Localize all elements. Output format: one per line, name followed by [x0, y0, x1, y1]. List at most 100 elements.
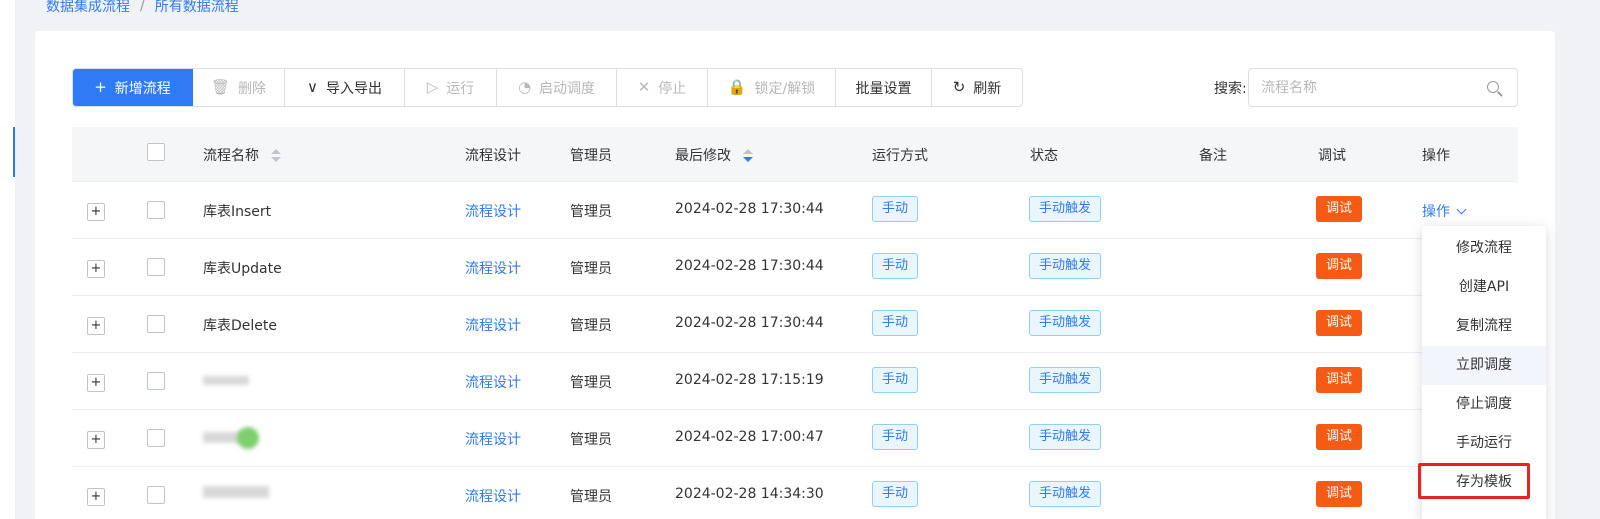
expand-row-button[interactable]: + [87, 374, 105, 392]
start-schedule-button[interactable]: ◔ 启动调度 [497, 69, 617, 106]
trash-icon: 🗑 [210, 78, 231, 96]
select-all-checkbox[interactable] [147, 143, 165, 161]
status-tag: 手动触发 [1029, 481, 1102, 507]
play-icon: ▷ [426, 78, 439, 96]
column-header-name-label: 流程名称 [203, 148, 259, 164]
delete-label: 删除 [238, 80, 267, 97]
stop-button[interactable]: ✕ 停止 [617, 69, 708, 106]
search-label: 搜索: [1214, 81, 1247, 97]
stop-label: 停止 [658, 80, 687, 97]
run-mode-tag: 手动 [872, 367, 919, 393]
last-modified: 2024-02-28 14:34:30 [675, 486, 824, 502]
menu-item-manual-run[interactable]: 手动运行 [1422, 424, 1546, 463]
flow-design-link[interactable]: 流程设计 [465, 372, 521, 392]
debug-button[interactable]: 调试 [1316, 481, 1363, 507]
admin-name: 管理员 [570, 261, 612, 277]
column-header-ops: 操作 [1422, 148, 1450, 164]
sort-icon[interactable] [271, 149, 282, 163]
table-row: + 流程设计 管理员 2024-02-28 14:34:30 手动 手动触发 调… [72, 467, 1518, 519]
run-mode-tag: 手动 [872, 310, 919, 336]
batch-settings-button[interactable]: 批量设置 [836, 69, 932, 106]
menu-item-schedule-now[interactable]: 立即调度 [1422, 346, 1546, 385]
status-tag: 手动触发 [1029, 310, 1102, 336]
breadcrumb-separator: / [140, 0, 145, 14]
column-header-admin: 管理员 [570, 148, 612, 164]
run-mode-tag: 手动 [872, 196, 919, 222]
menu-item-stop-schedule[interactable]: 停止调度 [1422, 385, 1546, 424]
column-header-run-mode: 运行方式 [872, 148, 928, 164]
chevron-down-icon [1456, 204, 1467, 215]
expand-row-button[interactable]: + [87, 260, 105, 278]
search-icon[interactable] [1487, 81, 1499, 93]
sort-icon[interactable] [743, 149, 754, 163]
expand-row-button[interactable]: + [87, 317, 105, 335]
flow-design-link[interactable]: 流程设计 [465, 315, 521, 335]
status-tag: 手动触发 [1029, 253, 1102, 279]
flow-name: 库表Delete [203, 318, 277, 334]
side-nav-active-indicator [13, 127, 15, 177]
clock-icon: ◔ [517, 78, 532, 96]
flow-design-link[interactable]: 流程设计 [465, 258, 521, 278]
flow-design-link[interactable]: 流程设计 [465, 486, 521, 506]
import-export-button[interactable]: ∨ 导入导出 [285, 69, 405, 106]
run-button[interactable]: ▷ 运行 [405, 69, 497, 106]
run-label: 运行 [446, 80, 475, 97]
add-flow-label: 新增流程 [114, 80, 171, 97]
menu-item-copy-flow[interactable]: 复制流程 [1422, 307, 1546, 346]
ops-label: 操作 [1422, 204, 1450, 220]
column-header-status: 状态 [1030, 148, 1058, 164]
debug-button[interactable]: 调试 [1316, 424, 1363, 450]
expand-row-button[interactable]: + [87, 203, 105, 221]
refresh-label: 刷新 [973, 80, 1002, 97]
status-tag: 手动触发 [1029, 424, 1102, 450]
menu-item-edit-flow[interactable]: 修改流程 [1422, 229, 1546, 268]
lock-unlock-button[interactable]: 🔒 锁定/解锁 [708, 69, 836, 106]
plus-icon: + [94, 78, 107, 96]
refresh-icon: ↻ [952, 78, 966, 96]
highlight-annotation-box [1418, 463, 1530, 499]
admin-name: 管理员 [570, 432, 612, 448]
import-export-label: 导入导出 [325, 80, 382, 97]
last-modified: 2024-02-28 17:30:44 [675, 201, 824, 217]
debug-button[interactable]: 调试 [1316, 367, 1363, 393]
ops-dropdown-trigger[interactable]: 操作 [1422, 201, 1467, 221]
last-modified: 2024-02-28 17:30:44 [675, 258, 824, 274]
delete-button[interactable]: 🗑 删除 [193, 69, 285, 106]
debug-button[interactable]: 调试 [1316, 196, 1363, 222]
breadcrumb-item-all-flows[interactable]: 所有数据流程 [155, 0, 239, 16]
row-checkbox[interactable] [147, 429, 165, 447]
refresh-button[interactable]: ↻ 刷新 [932, 69, 1022, 106]
flow-design-link[interactable]: 流程设计 [465, 201, 521, 221]
flow-design-link[interactable]: 流程设计 [465, 429, 521, 449]
column-header-modified[interactable]: 最后修改 [675, 145, 754, 165]
row-checkbox[interactable] [147, 486, 165, 504]
column-header-name[interactable]: 流程名称 [203, 145, 282, 165]
expand-row-button[interactable]: + [87, 431, 105, 449]
search-input[interactable] [1261, 69, 1481, 106]
row-checkbox[interactable] [147, 315, 165, 333]
debug-button[interactable]: 调试 [1316, 253, 1363, 279]
debug-button[interactable]: 调试 [1316, 310, 1363, 336]
table-row: + 库表Update 流程设计 管理员 2024-02-28 17:30:44 … [72, 239, 1518, 296]
menu-item-create-api[interactable]: 创建API [1422, 268, 1546, 307]
table-row: + 库表Delete 流程设计 管理员 2024-02-28 17:30:44 … [72, 296, 1518, 353]
column-header-remark: 备注 [1199, 148, 1227, 164]
row-checkbox[interactable] [147, 201, 165, 219]
last-modified: 2024-02-28 17:30:44 [675, 315, 824, 331]
row-checkbox[interactable] [147, 258, 165, 276]
breadcrumb: 数据集成流程 / 所有数据流程 [46, 0, 239, 16]
row-checkbox[interactable] [147, 372, 165, 390]
breadcrumb-item-integration[interactable]: 数据集成流程 [46, 0, 130, 16]
flow-name: 库表Insert [203, 204, 272, 220]
add-flow-button[interactable]: + 新增流程 [73, 69, 193, 106]
status-tag: 手动触发 [1029, 367, 1102, 393]
admin-name: 管理员 [570, 318, 612, 334]
column-header-modified-label: 最后修改 [675, 148, 731, 164]
chevron-down-icon: ∨ [307, 78, 318, 96]
table-row: + 流程设计 管理员 2024-02-28 17:15:19 手动 手动触发 调… [72, 353, 1518, 410]
expand-row-button[interactable]: + [87, 488, 105, 506]
search-box [1248, 68, 1518, 107]
lock-unlock-label: 锁定/解锁 [754, 80, 816, 97]
column-header-design: 流程设计 [465, 148, 521, 164]
run-mode-tag: 手动 [872, 253, 919, 279]
